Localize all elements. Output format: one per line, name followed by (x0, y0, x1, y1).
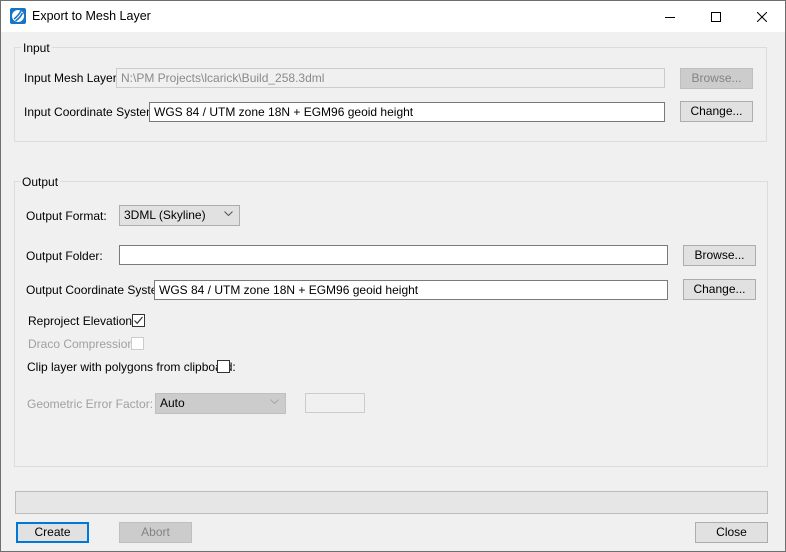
close-button[interactable]: Close (695, 522, 768, 543)
geometric-error-value: Auto (160, 396, 185, 410)
geometric-error-select[interactable]: Auto (155, 393, 286, 414)
output-folder-label: Output Folder: (26, 249, 103, 263)
reproject-elevation-checkbox[interactable] (132, 314, 145, 327)
output-format-label: Output Format: (26, 209, 107, 223)
geometric-error-custom-field[interactable] (305, 393, 365, 413)
window-title: Export to Mesh Layer (32, 9, 151, 23)
input-mesh-layer-field[interactable]: N:\PM Projects\lcarick\Build_258.3dml (116, 68, 665, 88)
output-folder-field[interactable] (119, 245, 668, 265)
output-change-button[interactable]: Change... (683, 279, 756, 300)
output-format-select[interactable]: 3DML (Skyline) (119, 205, 240, 226)
output-coord-system-field[interactable]: WGS 84 / UTM zone 18N + EGM96 geoid heig… (154, 280, 668, 300)
input-mesh-layer-label: Input Mesh Layer: (24, 71, 121, 85)
progress-bar (15, 491, 768, 514)
input-group-title: Input (21, 41, 52, 55)
input-browse-button[interactable]: Browse... (680, 68, 753, 89)
create-button[interactable]: Create (16, 522, 89, 543)
abort-button[interactable]: Abort (119, 522, 192, 543)
skyline-logo-icon (10, 8, 26, 24)
close-window-button[interactable] (739, 1, 785, 32)
maximize-icon (711, 11, 721, 22)
maximize-button[interactable] (693, 1, 739, 32)
close-icon (757, 11, 767, 22)
output-browse-button[interactable]: Browse... (683, 245, 756, 266)
input-coord-system-label: Input Coordinate System: (24, 105, 160, 119)
reproject-elevation-label: Reproject Elevation: (28, 314, 136, 328)
draco-compression-checkbox[interactable] (131, 337, 144, 350)
chevron-down-icon (224, 211, 233, 217)
output-coord-system-label: Output Coordinate System: (26, 283, 171, 297)
title-bar: Export to Mesh Layer (1, 1, 785, 32)
geometric-error-label: Geometric Error Factor: (27, 397, 154, 411)
minimize-button[interactable] (647, 1, 693, 32)
clip-layer-label: Clip layer with polygons from clipboard: (27, 360, 236, 374)
input-groupbox (14, 47, 767, 142)
draco-compression-label: Draco Compression: (28, 337, 138, 351)
clip-layer-checkbox[interactable] (217, 360, 230, 373)
export-dialog: Export to Mesh Layer Input Input Mesh La… (0, 0, 786, 552)
input-change-button[interactable]: Change... (680, 101, 753, 122)
input-coord-system-field[interactable]: WGS 84 / UTM zone 18N + EGM96 geoid heig… (149, 102, 665, 122)
chevron-down-icon (270, 399, 279, 405)
minimize-icon (665, 16, 675, 18)
checkmark-icon (134, 316, 143, 325)
output-format-value: 3DML (Skyline) (124, 208, 206, 222)
output-group-title: Output (20, 175, 61, 189)
